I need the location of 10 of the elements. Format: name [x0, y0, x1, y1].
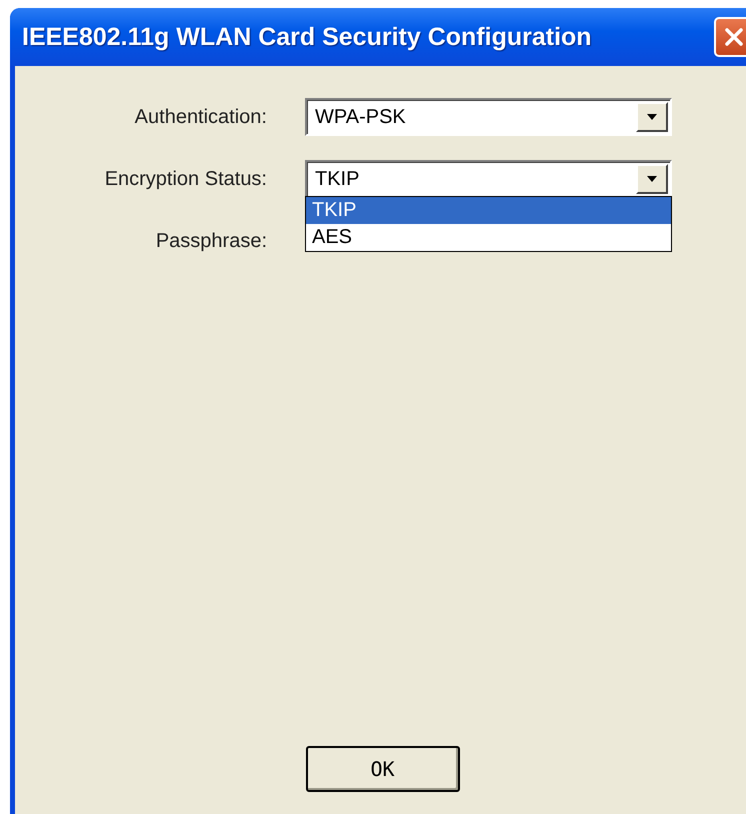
dropdown[interactable]: WPA-PSK: [305, 98, 672, 136]
close-icon: [723, 26, 745, 48]
window-title: IEEE802.11g WLAN Card Security Configuration: [22, 22, 592, 52]
ok-button[interactable]: OK: [306, 746, 460, 792]
field-label: Passphrase:: [156, 230, 267, 252]
field-label: Authentication:: [134, 106, 267, 128]
close-button[interactable]: [714, 17, 746, 57]
dropdown-option[interactable]: TKIP: [306, 197, 671, 224]
dropdown-option[interactable]: AES: [306, 224, 671, 251]
field-label: Encryption Status:: [104, 168, 267, 190]
